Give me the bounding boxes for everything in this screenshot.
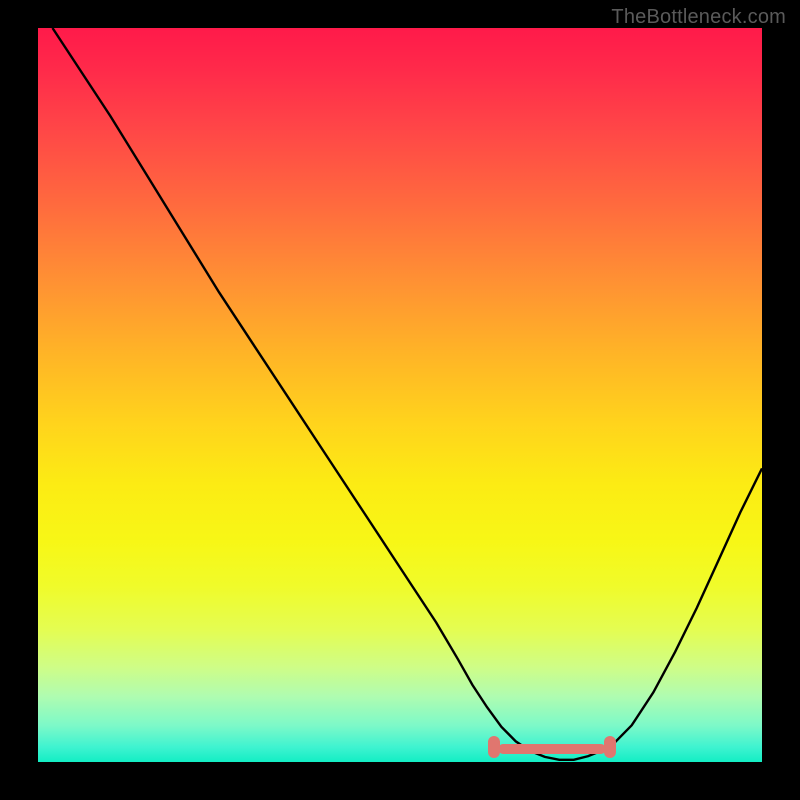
bottleneck-curve [38, 28, 762, 762]
highlight-marker-strip [498, 744, 606, 754]
watermark-text: TheBottleneck.com [611, 6, 786, 29]
chart-plot-area [38, 28, 762, 762]
highlight-marker-right [604, 736, 616, 758]
